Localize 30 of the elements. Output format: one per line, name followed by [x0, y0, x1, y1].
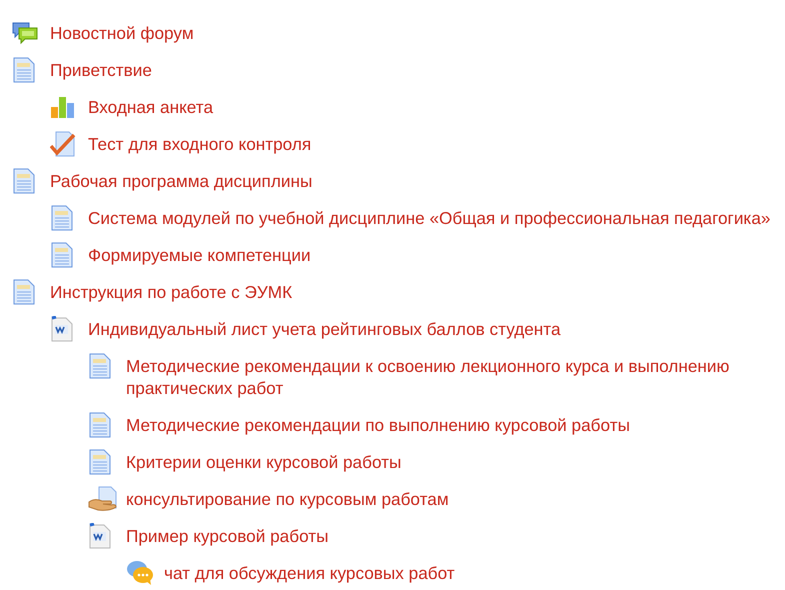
chat-bubbles-icon — [126, 560, 154, 586]
activity-link[interactable]: Рабочая программа дисциплины — [50, 170, 316, 192]
activity-link[interactable]: Индивидуальный лист учета рейтинговых баллов студента — [88, 318, 565, 340]
activity-link[interactable]: чат для обсуждения курсовых работ — [164, 562, 459, 584]
activity-link[interactable]: Пример курсовой работы — [126, 524, 332, 546]
word-document-icon — [88, 522, 112, 548]
forum-icon — [12, 20, 38, 44]
activity-link[interactable]: Формируемые компетенции — [88, 244, 315, 266]
activity-link[interactable]: Приветствие — [50, 58, 156, 80]
document-icon — [50, 204, 74, 230]
document-icon — [50, 242, 74, 268]
word-document-icon — [50, 316, 74, 342]
activity-link[interactable]: Система модулей по учебной дисциплине «Общая и профессиональная педагогика» — [88, 206, 774, 228]
activity-link[interactable]: Методические рекомендации к освоению лекционного курса и выполнению практических работ — [126, 354, 785, 398]
activity-link[interactable]: Критерии оценки курсовой работы — [126, 450, 406, 472]
activity-link[interactable]: Новостной форум — [50, 22, 198, 44]
checkmark-document-icon — [50, 130, 76, 156]
hand-document-icon — [88, 486, 118, 512]
activity-link[interactable]: Методические рекомендации по выполнению курсовой работы — [126, 414, 634, 436]
document-icon — [12, 278, 36, 304]
activity-link[interactable]: Инструкция по работе с ЭУМК — [50, 280, 296, 302]
document-icon — [88, 352, 112, 378]
document-icon — [12, 168, 36, 194]
bar-chart-icon — [50, 94, 76, 118]
activity-link[interactable]: Входная анкета — [88, 96, 218, 118]
activity-link[interactable]: консультирование по курсовым работам — [126, 488, 453, 510]
document-icon — [88, 448, 112, 474]
document-icon — [12, 56, 36, 82]
document-icon — [88, 412, 112, 438]
activity-link[interactable]: Тест для входного контроля — [88, 132, 316, 154]
